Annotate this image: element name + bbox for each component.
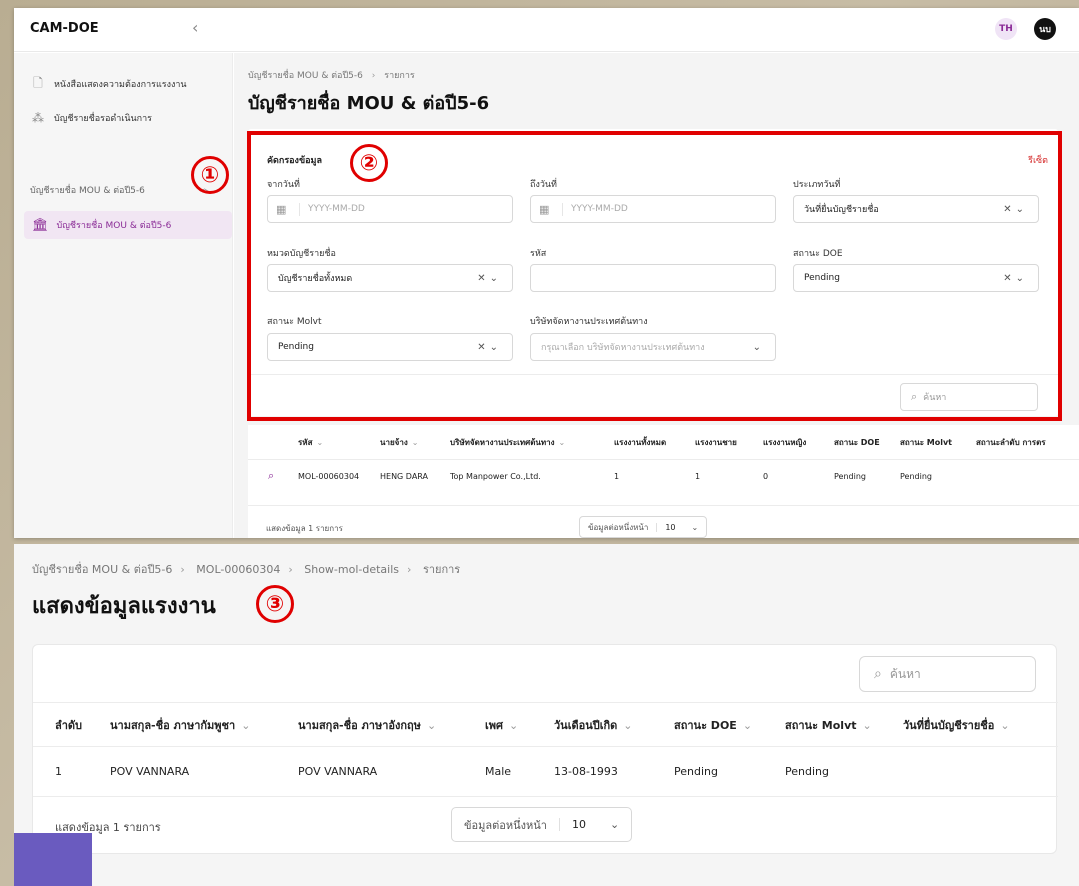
collapse-sidebar-icon[interactable]: ‹: [192, 18, 198, 37]
breadcrumb-link[interactable]: MOL-00060304: [196, 563, 280, 576]
table-cell: 0: [763, 471, 769, 481]
sort-icon: ⌄: [316, 437, 324, 447]
table-cell: Pending: [674, 764, 718, 778]
column-header-doe-status[interactable]: สถานะ DOE ⌄: [674, 704, 752, 746]
table-cell: 13-08-1993: [554, 764, 618, 778]
divider: [248, 505, 1079, 506]
sidebar-item-label: บัญชีรายชื่อรอดำเนินการ: [54, 114, 153, 124]
record-count: แสดงข้อมูล 1 รายการ: [266, 524, 343, 533]
table-cell: POV VANNARA: [110, 764, 190, 778]
table-cell: HENG DARA: [380, 471, 428, 481]
annotation-marker-1: ①: [191, 156, 229, 194]
chevron-down-icon: ⌄: [609, 818, 620, 831]
list-table: รหัส ⌄ นายจ้าง ⌄ บริษัทจัดหางานประเทศต้นทา…: [248, 425, 1079, 538]
table-cell: MOL-00060304: [298, 471, 360, 481]
detail-page-screenshot: บัญชีรายชื่อ MOU & ต่อปี5-6 › MOL-0006030…: [14, 544, 1079, 886]
language-avatar[interactable]: TH: [995, 18, 1017, 40]
sort-icon: ⌄: [411, 437, 419, 447]
document-icon: 🗋: [33, 75, 43, 90]
breadcrumb-current: รายการ: [422, 563, 461, 576]
search-input[interactable]: ⌕ ค้นหา: [859, 656, 1036, 692]
users-icon: ⁂: [32, 111, 44, 125]
app-name: CAM-DOE: [30, 21, 99, 36]
sort-icon: ⌄: [862, 718, 872, 732]
table-cell: Pending: [900, 471, 932, 481]
breadcrumb-link[interactable]: บัญชีรายชื่อ MOU & ต่อปี5-6: [32, 563, 172, 576]
table-cell: POV VANNARA: [298, 764, 378, 778]
table-cell: 1: [55, 764, 62, 778]
divider: [248, 459, 1079, 460]
breadcrumb-link[interactable]: Show-mol-details: [304, 563, 399, 576]
sidebar: 🗋 หนังสือแสดงความต้องการแรงงาน ⁂ บัญชีรา…: [14, 53, 233, 538]
sidebar-item-label: หนังสือแสดงความต้องการแรงงาน: [54, 80, 187, 90]
column-header-male-workers: แรงงานชาย: [695, 437, 737, 447]
top-bar: CAM-DOE ‹ TH นบ: [14, 8, 1079, 52]
column-header-english-name[interactable]: นามสกุล-ชื่อ ภาษาอังกฤษ ⌄: [298, 704, 436, 746]
sidebar-item-mou-list[interactable]: 🏛 บัญชีรายชื่อ MOU & ต่อปี5-6: [24, 211, 232, 239]
bank-icon: 🏛: [32, 217, 49, 233]
per-page-select[interactable]: ข้อมูลต่อหนึ่งหน้า 10 ⌄: [579, 516, 708, 538]
column-header-agency[interactable]: บริษัทจัดหางานประเทศต้นทาง ⌄: [450, 425, 565, 459]
sort-icon: ⌄: [426, 718, 437, 732]
table-cell: 1: [695, 471, 701, 481]
sort-icon: ⌄: [241, 718, 251, 732]
column-header-doe-status: สถานะ DOE: [834, 437, 880, 447]
breadcrumb: บัญชีรายชื่อ MOU & ต่อปี5-6 › MOL-0006030…: [32, 563, 461, 576]
table-cell: Pending: [834, 471, 866, 481]
column-header-molvt-status[interactable]: สถานะ Molvt ⌄: [785, 704, 872, 746]
annotation-marker-3: ③: [256, 585, 294, 623]
sort-icon: ⌄: [623, 718, 633, 732]
divider: [33, 702, 1058, 703]
sort-icon: ⌄: [558, 437, 566, 447]
sort-icon: ⌄: [742, 718, 753, 732]
breadcrumb-link[interactable]: บัญชีรายชื่อ MOU & ต่อปี5-6: [248, 71, 363, 81]
column-header-order-status: สถานะลำดับ การตร: [976, 437, 1046, 447]
table-cell: 1: [614, 471, 620, 481]
column-header-gender[interactable]: เพศ ⌄: [485, 704, 518, 746]
sidebar-item-labor-demand[interactable]: 🗋 หนังสือแสดงความต้องการแรงงาน: [30, 74, 187, 94]
page-title: แสดงข้อมูลแรงงาน: [32, 594, 216, 619]
page-title: บัญชีรายชื่อ MOU & ต่อปี5-6: [248, 93, 490, 114]
view-details-icon[interactable]: ⌕: [268, 461, 274, 491]
divider: [33, 746, 1058, 747]
breadcrumb-current: รายการ: [384, 71, 415, 81]
annotation-marker-2: ②: [350, 144, 388, 182]
sidebar-item-label: บัญชีรายชื่อ MOU & ต่อปี5-6: [56, 221, 172, 231]
background-decoration: [14, 833, 92, 886]
table-cell: Top Manpower Co.,Ltd.: [450, 471, 541, 481]
column-header-khmer-name[interactable]: นามสกุล-ชื่อ ภาษากัมพูชา ⌄: [110, 704, 250, 746]
sort-icon: ⌄: [509, 718, 519, 732]
table-cell: Pending: [785, 764, 829, 778]
column-header-submission-date[interactable]: วันที่ยื่นบัญชีรายชื่อ ⌄: [903, 704, 1010, 746]
worker-table-card: ⌕ ค้นหา ลำดับ นามสกุล-ชื่อ ภาษากัมพูชา ⌄ …: [32, 644, 1058, 854]
column-header-molvt-status: สถานะ Molvt: [900, 437, 953, 447]
table-cell: Male: [485, 764, 512, 778]
column-header-birthdate[interactable]: วันเดือนปีเกิด ⌄: [554, 704, 633, 746]
sort-icon: ⌄: [1000, 718, 1010, 732]
search-icon: ⌕: [874, 666, 882, 682]
chevron-down-icon: ⌄: [691, 522, 699, 532]
sidebar-group-label[interactable]: บัญชีรายชื่อ MOU & ต่อปี5-6: [30, 183, 145, 197]
column-header-female-workers: แรงงานหญิง: [763, 437, 807, 447]
breadcrumb: บัญชีรายชื่อ MOU & ต่อปี5-6 › รายการ: [248, 71, 415, 81]
column-header-employer[interactable]: นายจ้าง ⌄: [380, 425, 418, 459]
column-header-total-workers: แรงงานทั้งหมด: [614, 437, 667, 447]
user-avatar[interactable]: นบ: [1034, 18, 1056, 40]
divider: [33, 796, 1058, 797]
sidebar-item-pending-lists[interactable]: ⁂ บัญชีรายชื่อรอดำเนินการ: [30, 108, 152, 128]
column-header-code[interactable]: รหัส ⌄: [298, 425, 323, 459]
column-header-index: ลำดับ: [55, 719, 83, 732]
per-page-select[interactable]: ข้อมูลต่อหนึ่งหน้า 10 ⌄: [451, 807, 633, 842]
